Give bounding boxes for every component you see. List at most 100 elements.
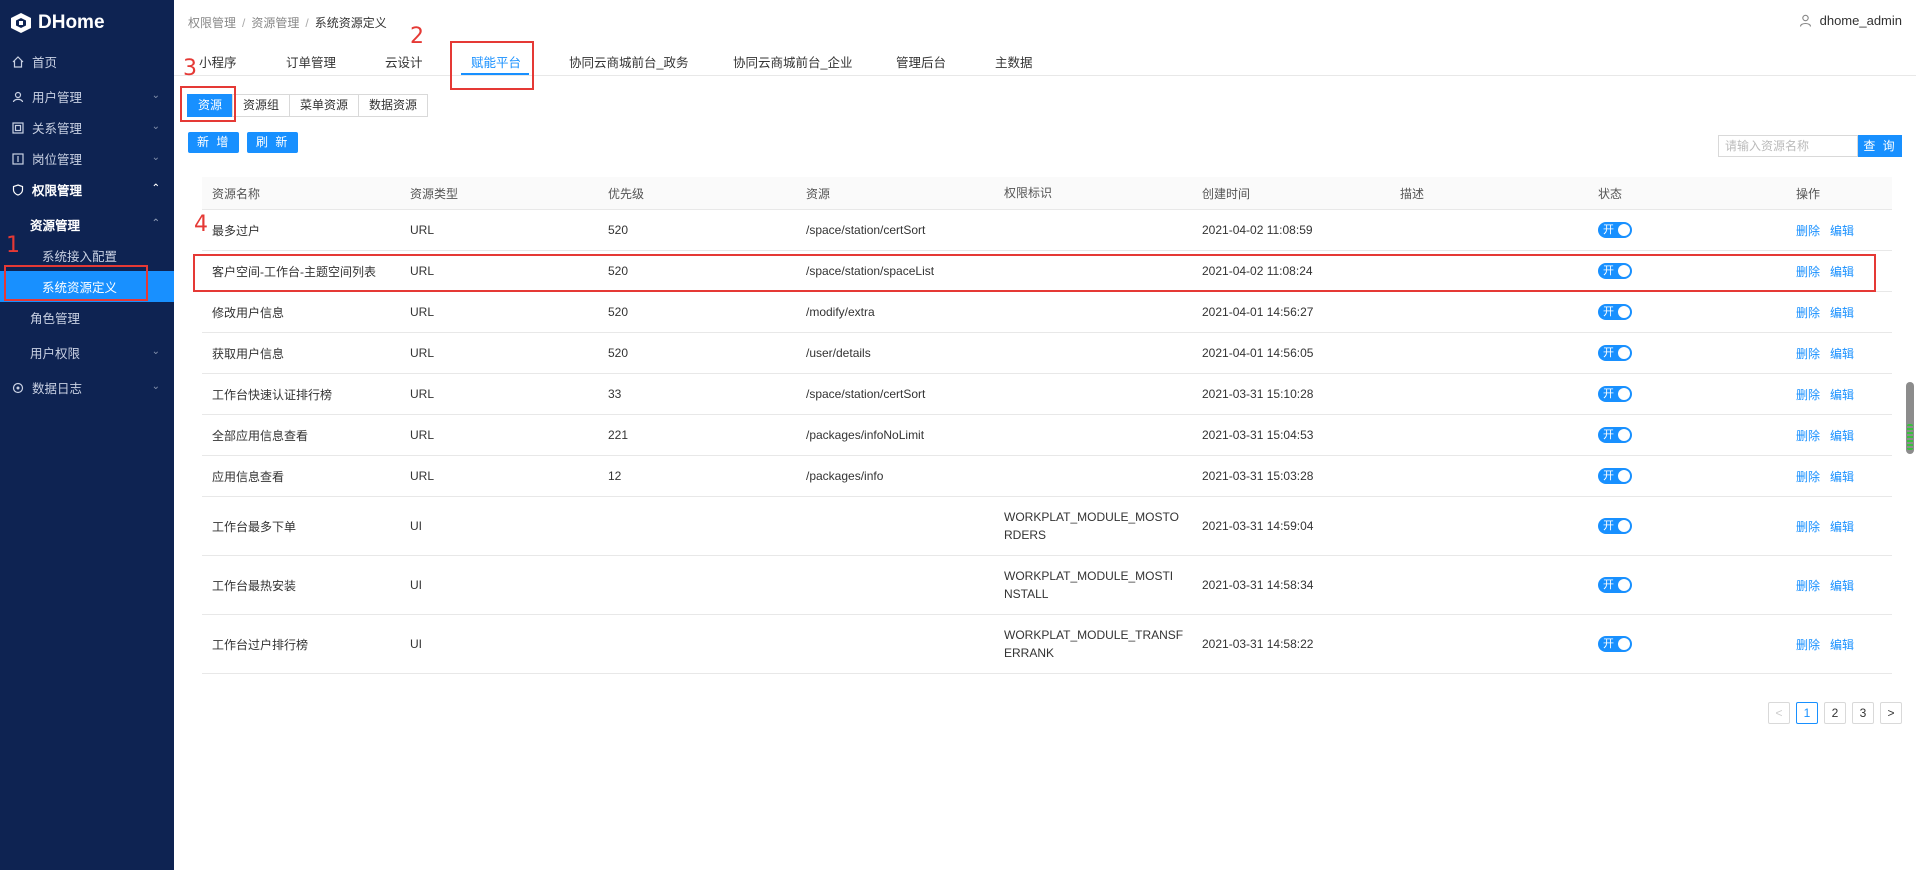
status-toggle[interactable]: 开 bbox=[1598, 427, 1632, 443]
edit-link[interactable]: 编辑 bbox=[1830, 224, 1854, 238]
status-toggle[interactable]: 开 bbox=[1598, 345, 1632, 361]
sidebar-item-data-log[interactable]: 数据日志 ⌄ bbox=[0, 372, 174, 403]
status-toggle-label: 开 bbox=[1603, 638, 1614, 650]
table-row[interactable]: 工作台最多下单 UI WORKPLAT_MODULE_MOSTO RDERS 2021-… bbox=[202, 497, 1892, 556]
status-toggle[interactable]: 开 bbox=[1598, 577, 1632, 593]
annotation-box-2 bbox=[450, 41, 534, 90]
tab-mini-program[interactable]: 小程序 bbox=[199, 52, 237, 71]
table-row[interactable]: 工作台过户排行榜 UI WORKPLAT_MODULE_TRANSF ERRANK 20… bbox=[202, 615, 1892, 674]
breadcrumb-item[interactable]: 资源管理 bbox=[251, 16, 299, 30]
breadcrumb: 权限管理 / 资源管理 / 系统资源定义 bbox=[188, 14, 387, 31]
status-toggle[interactable]: 开 bbox=[1598, 304, 1632, 320]
delete-link[interactable]: 删除 bbox=[1796, 638, 1820, 652]
next-page-button[interactable]: > bbox=[1880, 702, 1902, 724]
edit-link[interactable]: 编辑 bbox=[1830, 579, 1854, 593]
status-toggle-label: 开 bbox=[1603, 347, 1614, 359]
sidebar-item-relation-management[interactable]: 关系管理 ⌄ bbox=[0, 112, 174, 143]
edit-link[interactable]: 编辑 bbox=[1830, 429, 1854, 443]
edit-link[interactable]: 编辑 bbox=[1830, 347, 1854, 361]
resource-path-cell: /user/details bbox=[806, 346, 871, 360]
user-menu[interactable]: dhome_admin bbox=[1799, 13, 1902, 28]
subtab-resource-group[interactable]: 资源组 bbox=[232, 94, 291, 117]
status-toggle[interactable]: 开 bbox=[1598, 518, 1632, 534]
tab-order-management[interactable]: 订单管理 bbox=[286, 52, 336, 71]
status-toggle[interactable]: 开 bbox=[1598, 636, 1632, 652]
column-header: 优先级 bbox=[608, 186, 645, 201]
page-button[interactable]: 3 bbox=[1852, 702, 1874, 724]
log-icon bbox=[12, 382, 24, 393]
resource-name-cell: 全部应用信息查看 bbox=[212, 428, 309, 443]
tab-cloud-design[interactable]: 云设计 bbox=[385, 52, 423, 71]
delete-link[interactable]: 删除 bbox=[1796, 224, 1820, 238]
edit-link[interactable]: 编辑 bbox=[1830, 470, 1854, 484]
sidebar-item-permission-management[interactable]: 权限管理 ⌃ bbox=[0, 174, 174, 205]
tab-master-data[interactable]: 主数据 bbox=[995, 52, 1033, 71]
edit-link[interactable]: 编辑 bbox=[1830, 388, 1854, 402]
user-icon bbox=[12, 91, 24, 102]
status-toggle[interactable]: 开 bbox=[1598, 222, 1632, 238]
table-row[interactable]: 工作台最热安装 UI WORKPLAT_MODULE_MOSTI NSTALL 2021… bbox=[202, 556, 1892, 615]
priority-cell: 221 bbox=[608, 428, 629, 442]
sidebar-item-label: 资源管理 bbox=[30, 219, 81, 233]
search-input[interactable] bbox=[1718, 135, 1858, 157]
priority-cell: 520 bbox=[608, 223, 629, 237]
app-logo[interactable]: DHome bbox=[0, 0, 174, 46]
edit-link[interactable]: 编辑 bbox=[1830, 520, 1854, 534]
sidebar-item-role-management[interactable]: 角色管理 bbox=[0, 302, 174, 333]
status-toggle[interactable]: 开 bbox=[1598, 468, 1632, 484]
tab-bar: 小程序 订单管理 云设计 赋能平台 协同云商城前台_政务 协同云商城前台_企业 … bbox=[174, 44, 1916, 76]
subtab-data-resource[interactable]: 数据资源 bbox=[358, 94, 429, 117]
edit-link[interactable]: 编辑 bbox=[1830, 306, 1854, 320]
column-header: 权限标识 bbox=[1004, 186, 1053, 200]
tab-mall-government[interactable]: 协同云商城前台_政务 bbox=[569, 52, 688, 71]
delete-link[interactable]: 删除 bbox=[1796, 579, 1820, 593]
chevron-down-icon: ⌄ bbox=[151, 346, 160, 357]
breadcrumb-item[interactable]: 权限管理 bbox=[188, 16, 236, 30]
resource-type-cell: UI bbox=[410, 637, 422, 651]
table-row[interactable]: 获取用户信息 URL 520/user/details 2021-04-01 14:5… bbox=[202, 333, 1892, 374]
delete-link[interactable]: 删除 bbox=[1796, 520, 1820, 534]
sidebar-item-user-management[interactable]: 用户管理 ⌄ bbox=[0, 81, 174, 112]
search-button[interactable]: 查 询 bbox=[1858, 135, 1902, 157]
annotation-box-4 bbox=[193, 254, 1876, 292]
table-row[interactable]: 修改用户信息 URL 520/modify/extra 2021-04-01 14:5… bbox=[202, 292, 1892, 333]
toggle-knob bbox=[1618, 306, 1630, 318]
page-button[interactable]: 2 bbox=[1824, 702, 1846, 724]
tab-admin-backend[interactable]: 管理后台 bbox=[896, 52, 946, 71]
annotation-label-3: 3 bbox=[183, 56, 197, 81]
sidebar-item-post-management[interactable]: 岗位管理 ⌄ bbox=[0, 143, 174, 174]
sidebar-item-user-permission[interactable]: 用户权限 ⌄ bbox=[0, 337, 174, 368]
table-row[interactable]: 应用信息查看 URL 12/packages/info 2021-03-31 15:0… bbox=[202, 456, 1892, 497]
delete-link[interactable]: 删除 bbox=[1796, 470, 1820, 484]
tab-mall-enterprise[interactable]: 协同云商城前台_企业 bbox=[733, 52, 852, 71]
edit-link[interactable]: 编辑 bbox=[1830, 638, 1854, 652]
scrollbar-grip[interactable] bbox=[1907, 424, 1913, 450]
table-row[interactable]: 最多过户 URL 520/space/station/certSort 2021-04… bbox=[202, 210, 1892, 251]
chevron-up-icon: ⌃ bbox=[151, 183, 160, 194]
page-button[interactable]: 1 bbox=[1796, 702, 1818, 724]
add-button[interactable]: 新 增 bbox=[188, 132, 240, 153]
priority-cell: 12 bbox=[608, 469, 622, 483]
resource-type-cell: URL bbox=[410, 469, 435, 483]
refresh-button[interactable]: 刷 新 bbox=[247, 132, 299, 153]
table-row[interactable]: 工作台快速认证排行榜 URL 33/space/station/certSort 20… bbox=[202, 374, 1892, 415]
annotation-label-1: 1 bbox=[6, 233, 20, 258]
status-toggle[interactable]: 开 bbox=[1598, 386, 1632, 402]
sidebar-item-resource-management[interactable]: 资源管理 ⌃ bbox=[0, 209, 174, 240]
operation-cell: 删除 编辑 bbox=[1786, 345, 1892, 362]
created-time-cell: 2021-03-31 15:10:28 bbox=[1202, 387, 1314, 401]
status-toggle-label: 开 bbox=[1603, 388, 1614, 400]
status-cell: 开 bbox=[1588, 518, 1786, 534]
vertical-scrollbar[interactable] bbox=[1906, 382, 1914, 454]
table-row[interactable]: 全部应用信息查看 URL 221/packages/infoNoLimit 2021-… bbox=[202, 415, 1892, 456]
user-name: dhome_admin bbox=[1819, 13, 1902, 28]
delete-link[interactable]: 删除 bbox=[1796, 306, 1820, 320]
delete-link[interactable]: 删除 bbox=[1796, 388, 1820, 402]
resource-name-cell: 应用信息查看 bbox=[212, 469, 285, 484]
prev-page-button[interactable]: < bbox=[1768, 702, 1790, 724]
sidebar-item-home[interactable]: 首页 bbox=[0, 46, 174, 77]
subtab-menu-resource[interactable]: 菜单资源 bbox=[289, 94, 360, 117]
delete-link[interactable]: 删除 bbox=[1796, 429, 1820, 443]
resource-type-cell: URL bbox=[410, 223, 435, 237]
delete-link[interactable]: 删除 bbox=[1796, 347, 1820, 361]
